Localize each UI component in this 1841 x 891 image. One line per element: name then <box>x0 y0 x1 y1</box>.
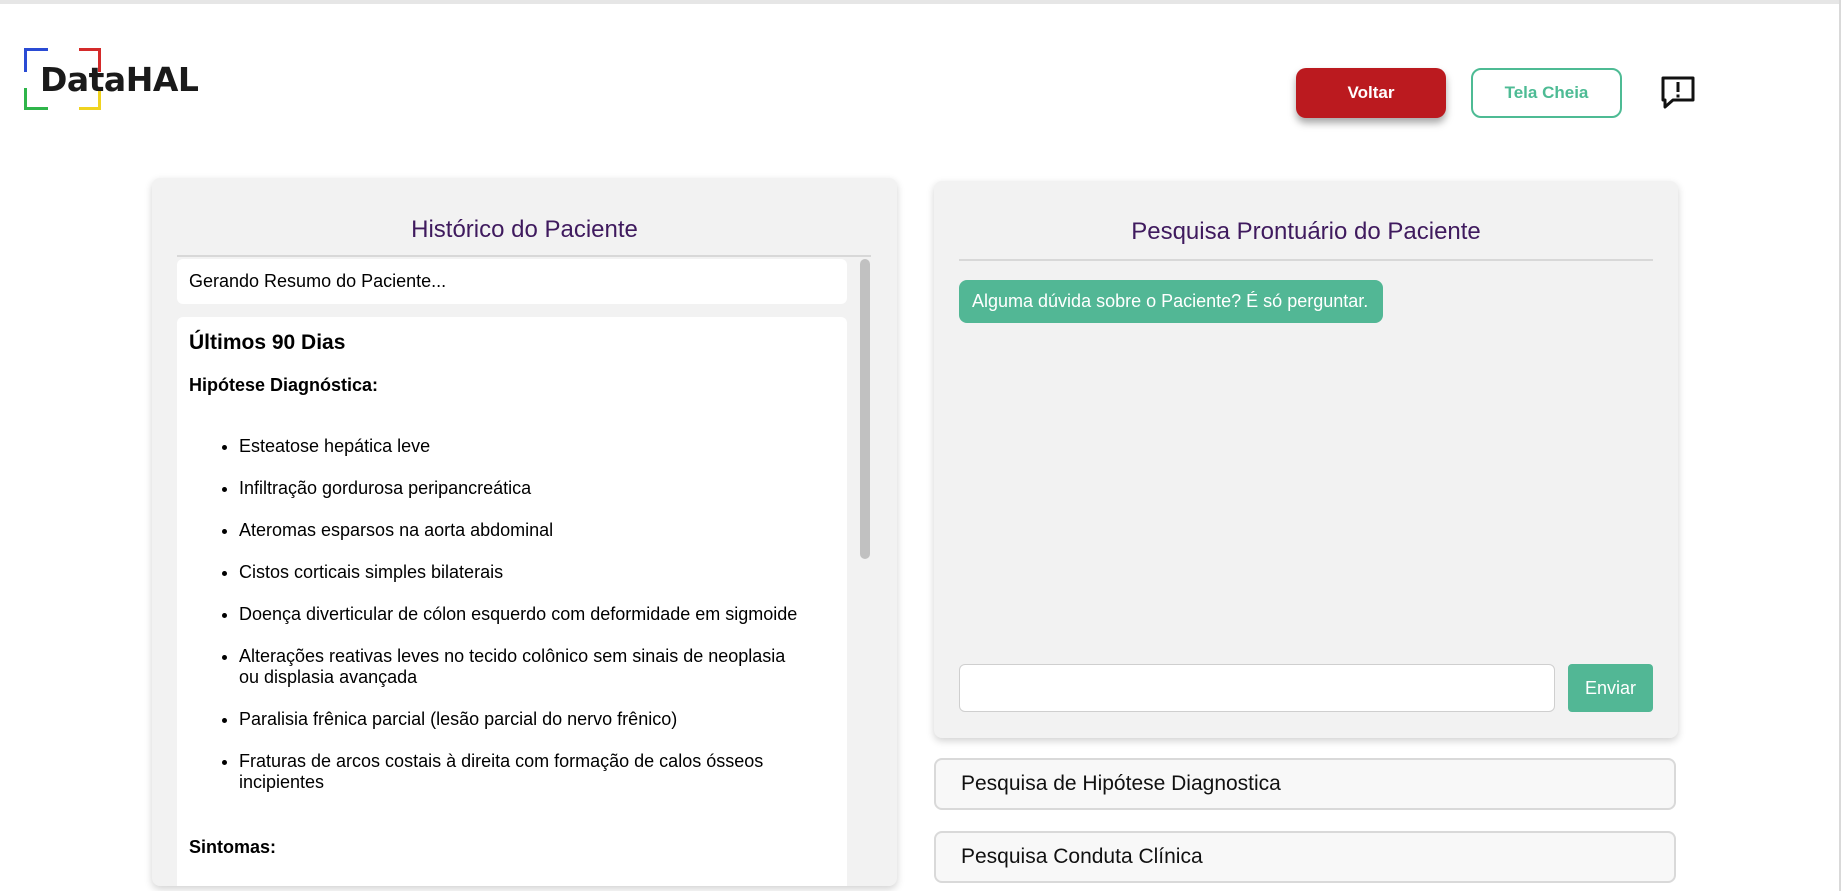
top-border <box>0 0 1841 4</box>
patient-summary: Últimos 90 Dias Hipótese Diagnóstica: Es… <box>177 317 847 886</box>
prontuario-divider <box>959 259 1653 261</box>
status-message: Gerando Resumo do Paciente... <box>177 259 847 304</box>
hipotese-heading: Hipótese Diagnóstica: <box>189 375 379 395</box>
sintomas-heading: Sintomas: <box>189 837 277 857</box>
tela-cheia-button[interactable]: Tela Cheia <box>1471 68 1622 118</box>
assistant-message: Alguma dúvida sobre o Paciente? É só per… <box>959 280 1383 323</box>
list-item: Alterações reativas leves no tecido colô… <box>239 646 835 688</box>
list-item: Cistos corticais simples bilaterais <box>239 562 835 583</box>
list-item: Paralisia frênica parcial (lesão parcial… <box>239 709 835 730</box>
list-item: Ateromas esparsos na aorta abdominal <box>239 520 835 541</box>
historico-divider <box>177 255 871 257</box>
hipotese-list: Esteatose hepática leve Infiltração gord… <box>189 436 835 793</box>
message-alert-icon[interactable] <box>1659 74 1697 112</box>
logo-text: DataHAL <box>40 60 199 99</box>
summary-scrollbar-thumb[interactable] <box>860 259 870 559</box>
datahal-logo: DataHAL <box>24 48 199 114</box>
list-item: Esteatose hepática leve <box>239 436 835 457</box>
enviar-button[interactable]: Enviar <box>1568 664 1653 712</box>
chat-input[interactable] <box>959 664 1555 712</box>
historico-panel: Histórico do Paciente Gerando Resumo do … <box>152 178 897 886</box>
prontuario-title: Pesquisa Prontuário do Paciente <box>1131 218 1481 245</box>
summary-section-title: Últimos 90 Dias <box>189 331 346 354</box>
accordion-hipotese-diagnostica[interactable]: Pesquisa de Hipótese Diagnostica <box>934 758 1676 810</box>
list-item: Doença diverticular de cólon esquerdo co… <box>239 604 835 625</box>
voltar-button[interactable]: Voltar <box>1296 68 1446 118</box>
accordion-conduta-clinica[interactable]: Pesquisa Conduta Clínica <box>934 831 1676 883</box>
historico-title: Histórico do Paciente <box>411 216 638 243</box>
list-item: Fraturas de arcos costais à direita com … <box>239 751 835 793</box>
list-item: Infiltração gordurosa peripancreática <box>239 478 835 499</box>
prontuario-panel: Pesquisa Prontuário do Paciente Alguma d… <box>934 181 1678 738</box>
